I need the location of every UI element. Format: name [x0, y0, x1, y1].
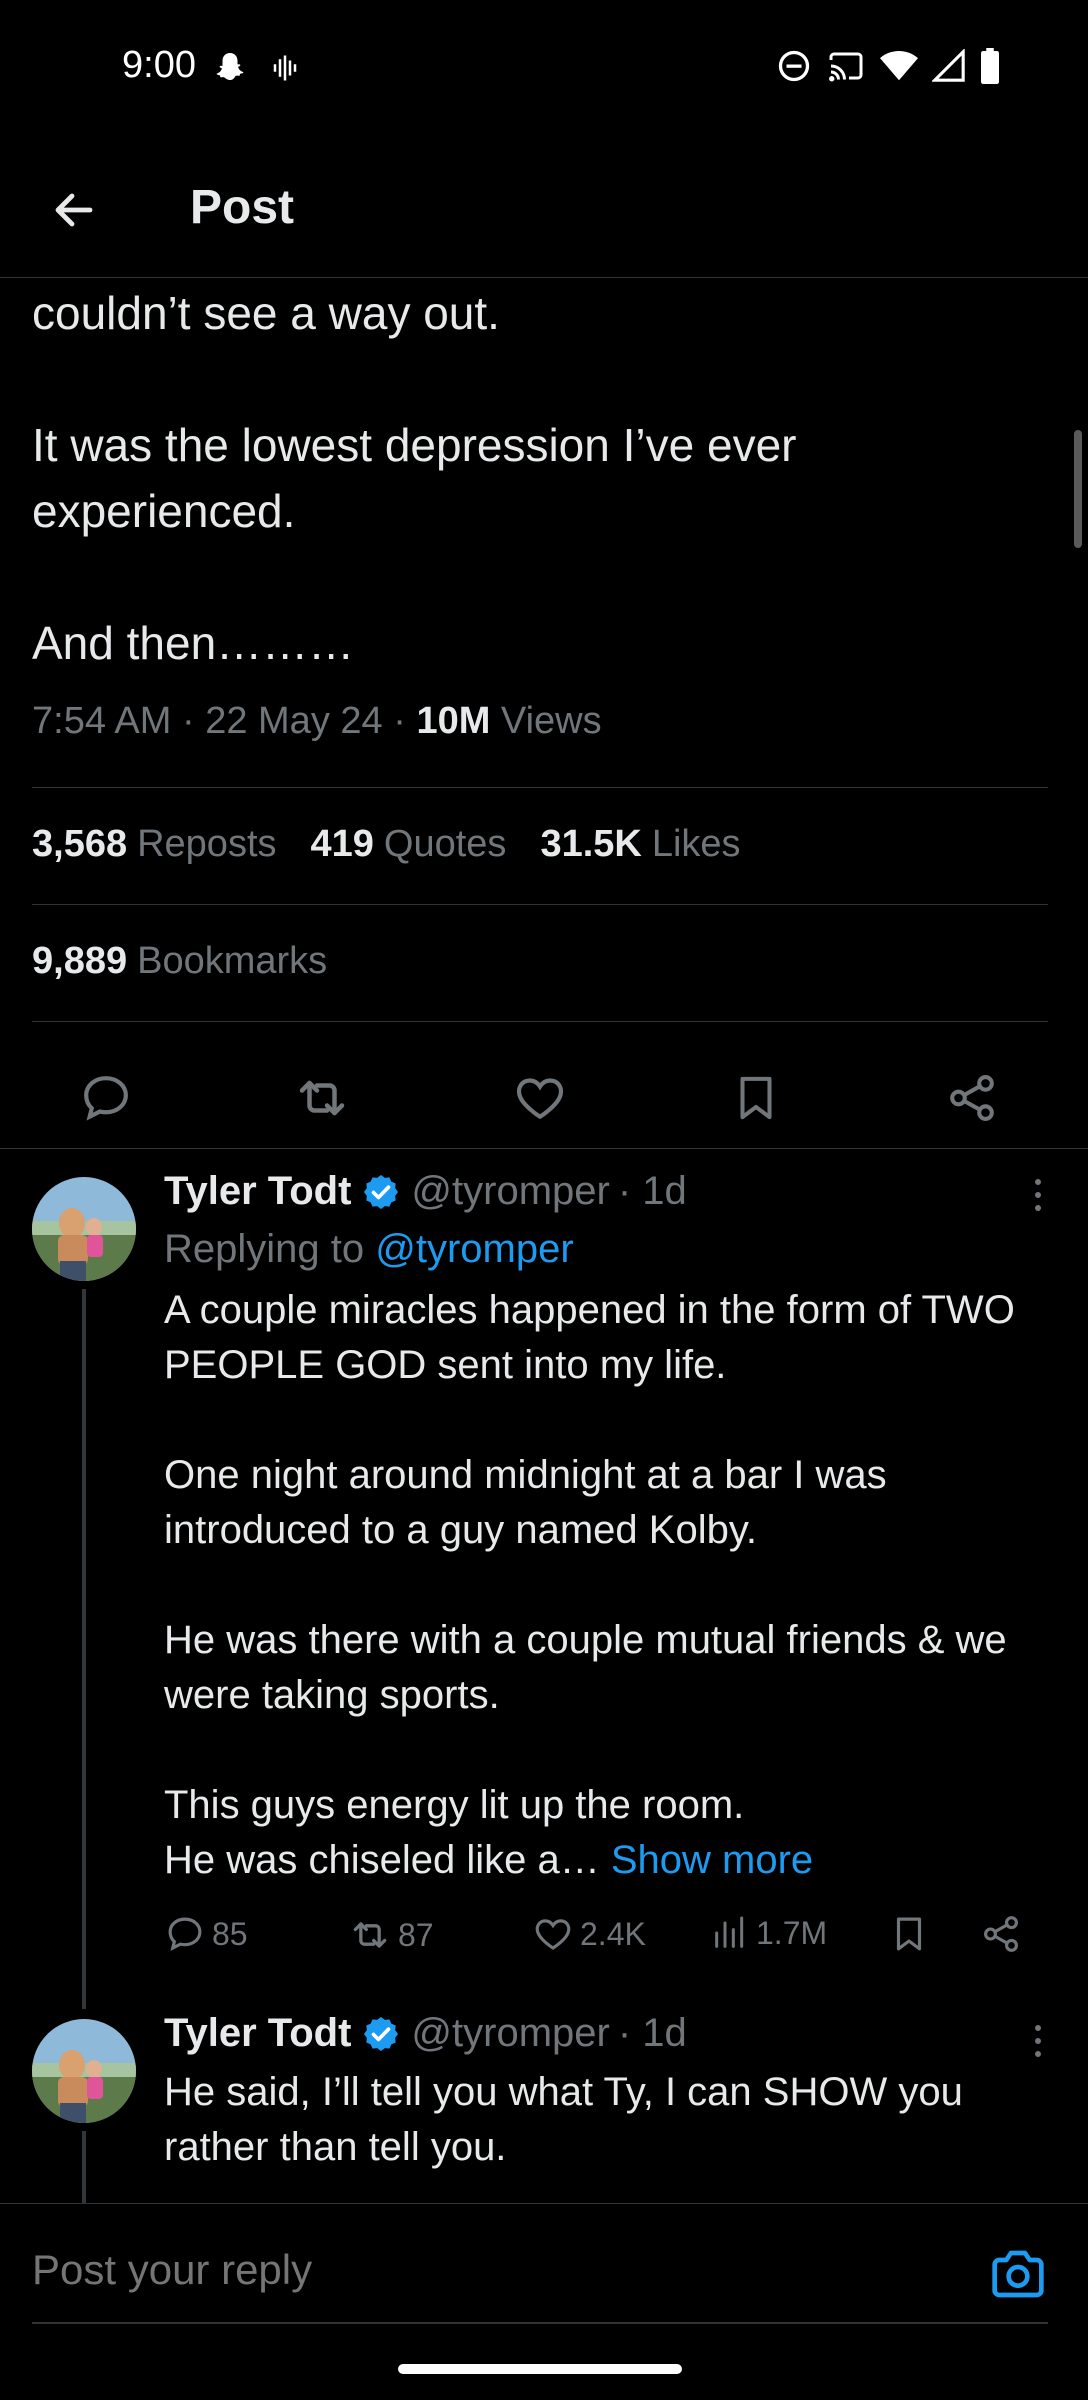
divider: [32, 1021, 1048, 1022]
reply-text: A couple miracles happened in the form o…: [164, 1283, 1044, 1888]
signal-icon: [931, 48, 966, 88]
reply-count: 85: [212, 1915, 248, 1952]
do-not-disturb-icon: [776, 48, 812, 89]
meta-separator: ·: [393, 700, 406, 742]
tweet-meta: 7:54 AM · 22 May 24 · 10M Views: [32, 700, 602, 743]
share-button[interactable]: [934, 1060, 1010, 1136]
comment-icon: [84, 1076, 128, 1121]
repost-button[interactable]: [284, 1060, 360, 1136]
status-right-icons: [776, 48, 1000, 89]
reply-text: He said, I’ll tell you what Ty, I can SH…: [164, 2070, 963, 2169]
status-time: 9:00: [122, 44, 196, 86]
reply-paragraph: One night around midnight at a bar I was…: [164, 1453, 887, 1552]
reply-tweet[interactable]: Tyler Todt @tyromper · 1d He said, I’ll …: [0, 2009, 1088, 2203]
reply-last-line: He was chiseled like a… Show more: [164, 1838, 814, 1882]
app-header: Post: [0, 150, 1088, 278]
views-count: 1.7M: [756, 1914, 828, 1951]
engagement-stats: 3,568 Reposts 419 Quotes 31.5K Likes: [32, 823, 741, 866]
bookmark-button[interactable]: [718, 1060, 794, 1136]
post-age: · 1d: [617, 1169, 687, 1213]
like-count: 2.4K: [580, 1915, 646, 1952]
reply-input[interactable]: [32, 2246, 932, 2294]
camera-icon: [992, 2250, 1044, 2298]
reply-tweet[interactable]: Tyler Todt @tyromper · 1d Replying to @t…: [0, 1149, 1088, 2009]
share-icon: [950, 1075, 994, 1121]
verified-badge-icon: [361, 1172, 401, 1212]
status-left-icons: [212, 50, 300, 91]
meta-separator: ·: [181, 700, 195, 742]
author-name[interactable]: Tyler Todt: [164, 1169, 351, 1214]
avatar[interactable]: [32, 2019, 136, 2123]
tweet-date: 22 May 24: [205, 700, 383, 742]
repost-icon: [299, 1080, 345, 1116]
snapchat-icon: [212, 50, 248, 91]
reply-paragraph: This guys energy lit up the room.: [164, 1783, 745, 1827]
status-bar: 9:00: [0, 0, 1088, 136]
reply-paragraph: A couple miracles happened in the form o…: [164, 1288, 1015, 1387]
reply-paragraph: He was there with a couple mutual friend…: [164, 1618, 1007, 1717]
bookmark-icon: [896, 1917, 922, 1951]
verified-badge-icon: [361, 2014, 401, 2054]
reply-header: Tyler Todt @tyromper · 1d: [164, 1169, 687, 1214]
share-icon: [984, 1916, 1018, 1952]
mention-link[interactable]: @tyromper: [375, 1227, 573, 1271]
back-button[interactable]: [44, 180, 104, 240]
author-handle[interactable]: @tyromper: [411, 1169, 609, 1214]
repost-icon: [353, 1922, 387, 1948]
heart-icon: [516, 1078, 564, 1120]
likes-stat[interactable]: 31.5K Likes: [540, 823, 740, 866]
camera-button[interactable]: [988, 2246, 1048, 2302]
tweet-views-count: 10M: [416, 700, 491, 742]
reply-comment-button[interactable]: 85: [164, 1913, 248, 1955]
author-name[interactable]: Tyler Todt: [164, 2011, 351, 2056]
input-underline: [32, 2322, 1048, 2324]
reply-like-button[interactable]: 2.4K: [532, 1913, 646, 1955]
bookmarks-stat[interactable]: 9,889 Bookmarks: [32, 940, 327, 983]
like-button[interactable]: [502, 1060, 578, 1136]
quotes-stat[interactable]: 419 Quotes: [311, 823, 507, 866]
page-title: Post: [190, 181, 295, 234]
reply-bookmark-button[interactable]: [888, 1913, 930, 1955]
bookmarks-stats: 9,889 Bookmarks: [32, 940, 327, 983]
thread-line: [82, 2131, 86, 2203]
show-more-link[interactable]: Show more: [611, 1838, 813, 1882]
comment-icon: [168, 1917, 202, 1951]
scrollbar[interactable]: [1074, 430, 1082, 548]
bookmark-icon: [740, 1076, 772, 1120]
wifi-icon: [880, 49, 918, 88]
tweet-line: couldn’t see a way out.: [32, 287, 500, 339]
author-handle[interactable]: @tyromper: [411, 2011, 609, 2056]
repost-count: 87: [398, 1916, 434, 1953]
reposts-stat[interactable]: 3,568 Reposts: [32, 823, 277, 866]
reply-views-button[interactable]: 1.7M: [710, 1913, 827, 1953]
tweet-text: couldn’t see a way out. It was the lowes…: [32, 280, 1042, 676]
divider: [32, 904, 1048, 905]
tweet-line: And then………: [32, 617, 355, 669]
reply-share-button[interactable]: [980, 1913, 1022, 1955]
divider: [32, 787, 1048, 788]
tweet-views-label: Views: [500, 700, 602, 742]
thread-line: [82, 1289, 86, 2009]
reply-composer: [0, 2203, 1088, 2324]
tweet-line: It was the lowest depression I’ve ever e…: [32, 419, 797, 537]
more-options-icon[interactable]: [1028, 2025, 1048, 2057]
tweet-time: 7:54 AM: [32, 700, 172, 742]
cast-icon: [826, 48, 866, 89]
views-chart-icon: [715, 1916, 744, 1948]
reply-repost-button[interactable]: 87: [348, 1913, 434, 1957]
more-options-icon[interactable]: [1028, 1179, 1048, 1211]
replying-to: Replying to @tyromper: [164, 1227, 574, 1271]
reply-header: Tyler Todt @tyromper · 1d: [164, 2011, 687, 2056]
avatar[interactable]: [32, 1177, 136, 1281]
post-age: · 1d: [617, 2011, 687, 2055]
heart-icon: [535, 1919, 571, 1950]
reply-action-bar: 85 87 2.4K 1.7M: [164, 1913, 1044, 1973]
battery-icon: [980, 48, 1000, 89]
voice-wave-icon: [270, 53, 300, 88]
reply-button[interactable]: [68, 1060, 144, 1136]
home-indicator[interactable]: [398, 2364, 682, 2374]
arrow-left-icon: [55, 193, 93, 227]
